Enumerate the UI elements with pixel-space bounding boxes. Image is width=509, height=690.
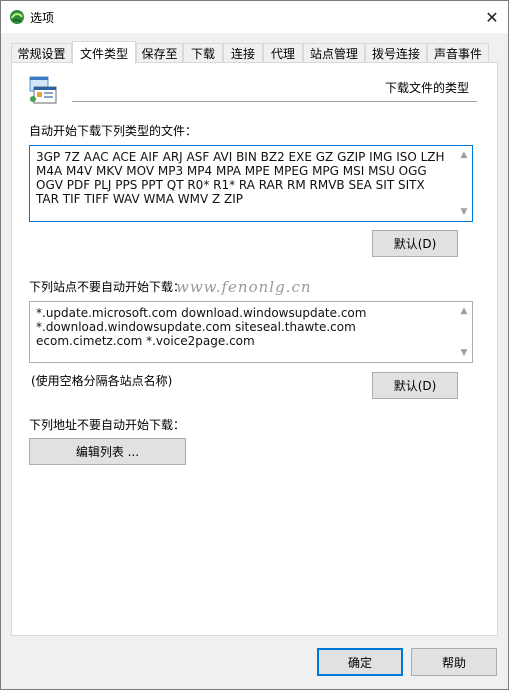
tab-save-to[interactable]: 保存至 xyxy=(136,43,183,63)
excluded-sites-text: *.update.microsoft.com download.windowsu… xyxy=(36,306,371,348)
watermark: www.fenonlg.cn xyxy=(176,278,312,296)
help-button[interactable]: 帮助 xyxy=(411,648,497,676)
idm-app-icon xyxy=(10,10,24,24)
file-types-icon xyxy=(29,76,57,104)
excluded-sites-label: 下列站点不要自动开始下载： xyxy=(29,280,186,294)
scroll-up-icon[interactable]: ▲ xyxy=(459,306,469,316)
tab-general[interactable]: 常规设置 xyxy=(11,43,72,63)
excluded-sites-textarea[interactable]: *.update.microsoft.com download.windowsu… xyxy=(29,301,473,363)
options-dialog: 选项 ✕ 常规设置 文件类型 保存至 下载 连接 代理 站点管理 拨号连接 声音… xyxy=(0,0,509,690)
scroll-up-icon[interactable]: ▲ xyxy=(459,150,469,160)
tab-connection[interactable]: 连接 xyxy=(223,43,263,63)
title-bar: 选项 ✕ xyxy=(1,1,508,33)
file-types-textarea[interactable]: 3GP 7Z AAC ACE AIF ARJ ASF AVI BIN BZ2 E… xyxy=(29,145,473,222)
close-button[interactable]: ✕ xyxy=(476,1,508,33)
tab-dial-up[interactable]: 拨号连接 xyxy=(365,43,427,63)
edit-list-button[interactable]: 编辑列表 ... xyxy=(29,438,186,465)
file-types-default-button[interactable]: 默认(D) xyxy=(372,230,458,257)
tab-proxy[interactable]: 代理 xyxy=(263,43,303,63)
window-title: 选项 xyxy=(30,11,55,25)
tab-file-types[interactable]: 文件类型 xyxy=(72,41,136,64)
file-types-page: 下载文件的类型 自动开始下载下列类型的文件： 3GP 7Z AAC ACE AI… xyxy=(11,62,498,636)
tab-download[interactable]: 下载 xyxy=(183,43,223,63)
scroll-down-icon[interactable]: ▼ xyxy=(459,207,469,217)
excluded-sites-default-button[interactable]: 默认(D) xyxy=(372,372,458,399)
tab-site-manager[interactable]: 站点管理 xyxy=(303,43,365,63)
scroll-down-icon[interactable]: ▼ xyxy=(459,348,469,358)
tab-sound-events[interactable]: 声音事件 xyxy=(427,43,489,63)
ok-button[interactable]: 确定 xyxy=(317,648,403,676)
close-icon: ✕ xyxy=(485,7,499,27)
file-types-text: 3GP 7Z AAC ACE AIF ARJ ASF AVI BIN BZ2 E… xyxy=(36,150,449,206)
excluded-addresses-label: 下列地址不要自动开始下载： xyxy=(29,418,186,432)
tab-strip: 常规设置 文件类型 保存至 下载 连接 代理 站点管理 拨号连接 声音事件 xyxy=(11,41,498,64)
file-types-label: 自动开始下载下列类型的文件： xyxy=(29,124,198,138)
section-divider xyxy=(72,101,477,102)
section-title: 下载文件的类型 xyxy=(384,81,469,95)
excluded-sites-hint: (使用空格分隔各站点名称) xyxy=(31,374,173,388)
